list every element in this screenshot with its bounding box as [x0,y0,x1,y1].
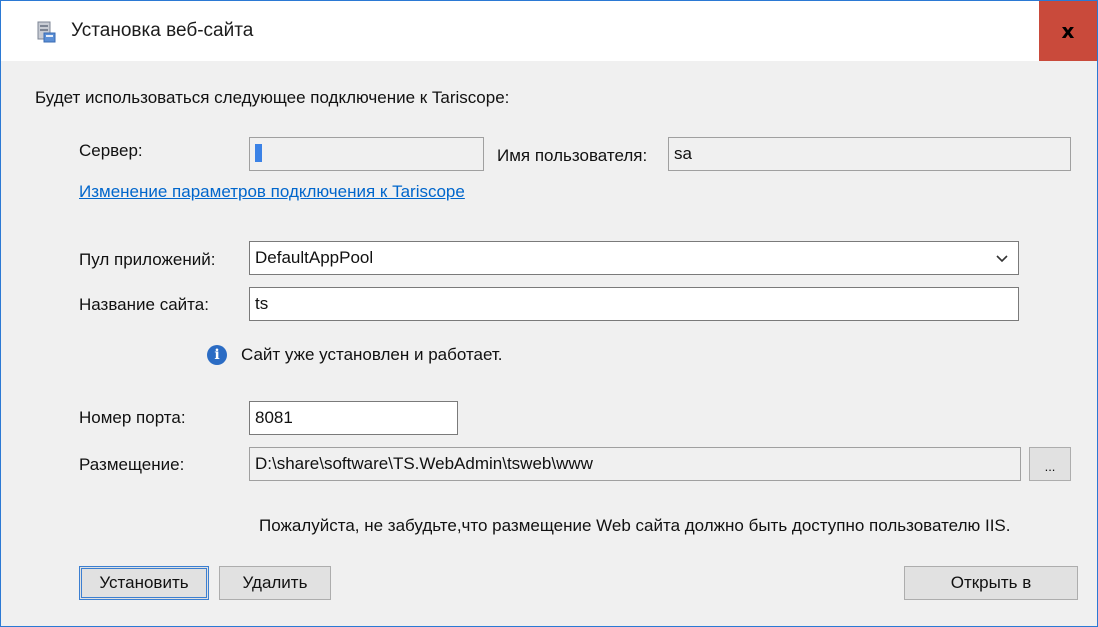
open-in-button[interactable]: Открыть в [904,566,1078,600]
status-message: Сайт уже установлен и работает. [241,345,503,364]
dialog-window: Установка веб-сайта x Будет использовать… [0,0,1098,627]
location-value: D:\share\software\TS.WebAdmin\tsweb\www [255,454,593,473]
text-cursor [255,144,262,163]
title-bar[interactable]: Установка веб-сайта x [1,1,1097,61]
change-connection-link[interactable]: Изменение параметров подключения к Taris… [79,181,465,203]
remove-button[interactable]: Удалить [219,566,331,600]
browse-button[interactable]: ... [1029,447,1071,481]
username-field[interactable]: sa [668,137,1071,171]
iis-note: Пожалуйста, не забудьте,что размещение W… [259,516,1011,535]
connection-intro: Будет использоваться следующее подключен… [35,88,510,107]
username-value: sa [674,144,692,163]
info-icon: i [207,345,227,365]
server-label: Сервер: [79,141,143,160]
location-label: Размещение: [79,455,185,474]
site-name-input[interactable]: ts [249,287,1019,321]
install-button-label: Установить [99,573,189,592]
browse-label: ... [1044,459,1056,474]
site-name-label: Название сайта: [79,295,209,314]
server-field[interactable]: . [249,137,484,171]
site-name-value: ts [255,294,269,313]
app-pool-value: DefaultAppPool [255,248,374,267]
dialog-content: Будет использоваться следующее подключен… [1,61,1097,626]
close-button[interactable]: x [1039,1,1097,61]
location-field[interactable]: D:\share\software\TS.WebAdmin\tsweb\www [249,447,1021,481]
remove-button-label: Удалить [242,573,308,592]
window-title: Установка веб-сайта [71,20,254,41]
install-button[interactable]: Установить [79,566,209,600]
chevron-down-icon [992,244,1012,274]
username-label: Имя пользователя: [497,146,648,165]
app-pool-label: Пул приложений: [79,250,216,269]
open-in-button-label: Открыть в [950,573,1032,592]
port-input[interactable]: 8081 [249,401,458,435]
port-label: Номер порта: [79,408,186,427]
setup-icon [37,21,56,43]
port-value: 8081 [255,408,293,427]
app-pool-select[interactable]: DefaultAppPool [249,241,1019,275]
close-icon: x [1061,19,1075,43]
